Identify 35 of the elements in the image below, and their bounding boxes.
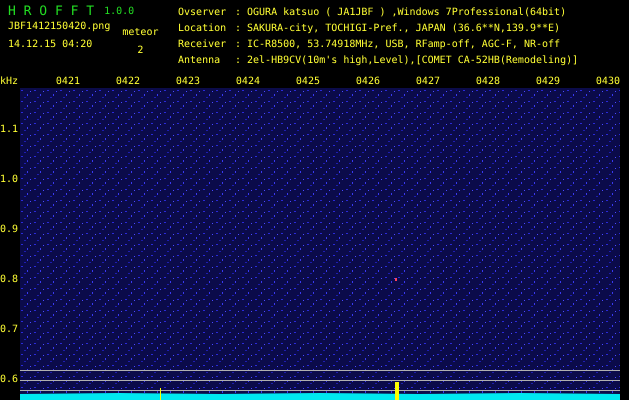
info-label: Antenna: [178, 54, 222, 66]
app-version: 1.0.0: [104, 6, 134, 17]
colon: :: [235, 54, 242, 66]
info-label: Receiver: [178, 38, 228, 50]
info-value: 2el-HB9CV(10m's high,Level),[COMET CA-52HB(Remodeling)]: [247, 54, 578, 66]
meteor-count: 2: [137, 45, 144, 57]
frequency-label: 1.0: [0, 173, 20, 187]
time-label: 0426: [354, 76, 380, 88]
axis-unit: kHz: [0, 76, 20, 88]
time-label: 0428: [474, 76, 500, 88]
time-label: 0422: [114, 76, 140, 88]
count-label: meteor: [122, 27, 158, 39]
time-label: 0421: [54, 76, 80, 88]
info-value: OGURA katsuo ( JA1JBF ) ,Windows 7Professional(64bit): [247, 6, 566, 18]
time-label: 0429: [534, 76, 560, 88]
frequency-label: 0.6: [0, 373, 20, 387]
app-name: H R O F F T: [8, 4, 94, 19]
frequency-label: 0.7: [0, 323, 20, 337]
file-name: JBF1412150420.png: [8, 21, 110, 33]
colon: :: [235, 6, 242, 18]
info-label: Location: [178, 22, 228, 34]
time-label: 0423: [174, 76, 200, 88]
colon: :: [235, 22, 242, 34]
frequency-label: 1.1: [0, 123, 20, 137]
time-label: 0430: [594, 76, 620, 88]
colon: :: [235, 38, 242, 50]
info-label: Ovserver: [178, 6, 228, 18]
info-value: SAKURA-city, TOCHIGI-Pref., JAPAN (36.6**N,139.9**E): [247, 22, 560, 34]
frequency-label: 0.9: [0, 223, 20, 237]
time-label: 0425: [294, 76, 320, 88]
time-label: 0427: [414, 76, 440, 88]
time-label: 0424: [234, 76, 260, 88]
timestamp: 14.12.15 04:20: [8, 39, 94, 51]
frequency-label: 0.8: [0, 273, 20, 287]
info-value: IC-R8500, 53.74918MHz, USB, RFamp-off, AGC-F, NR-off: [247, 38, 560, 50]
